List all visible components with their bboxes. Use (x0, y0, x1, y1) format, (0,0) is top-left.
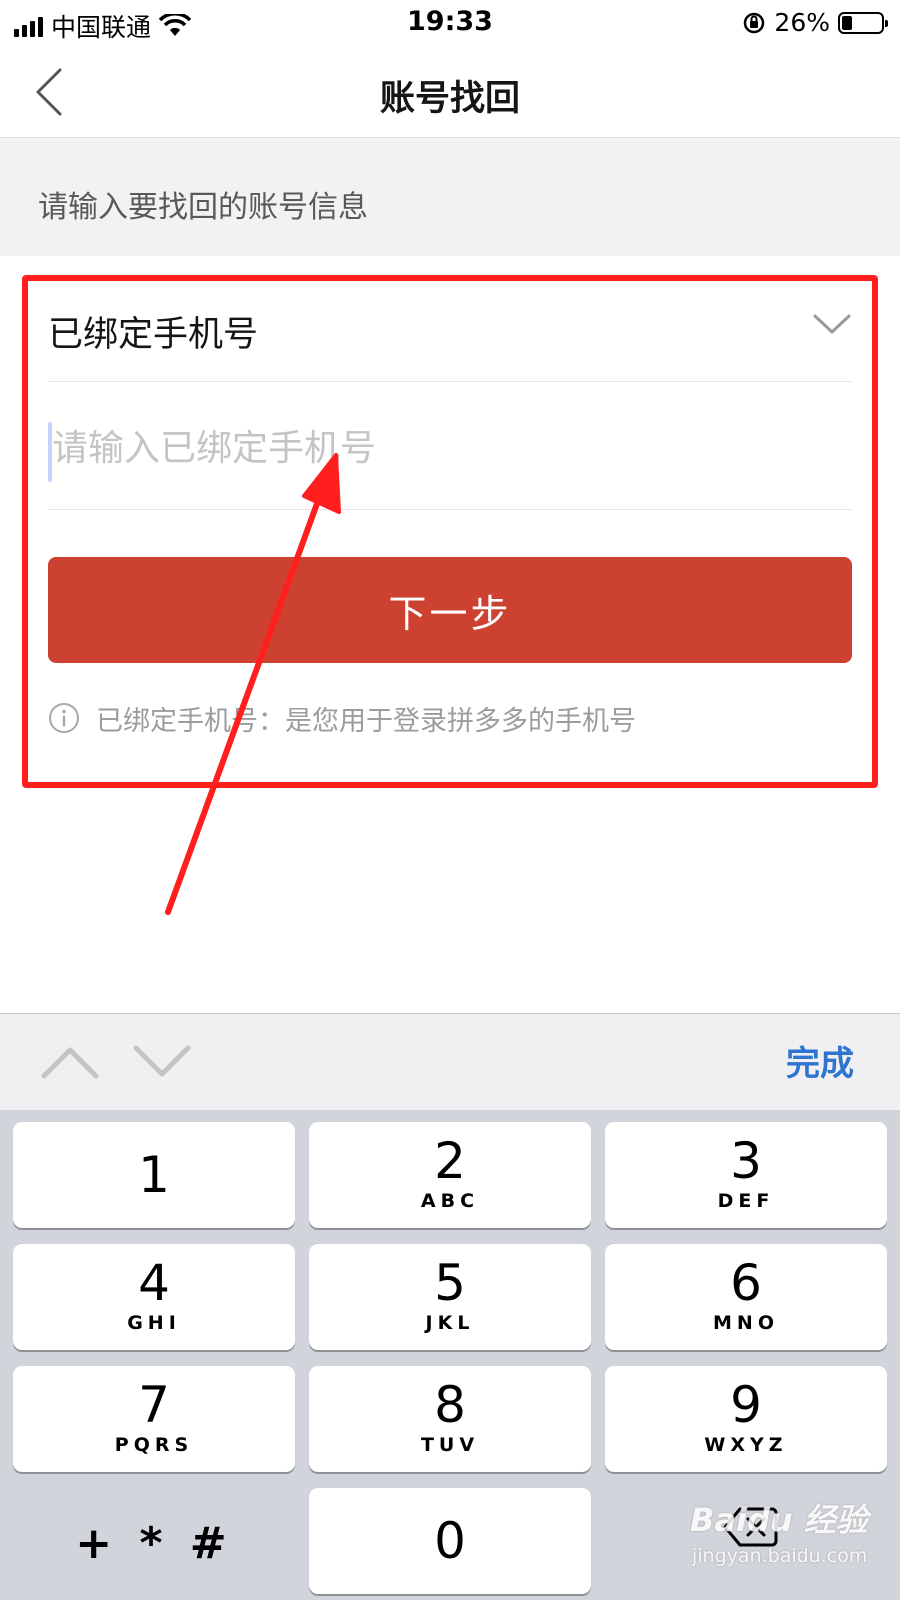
key-letters: ABC (420, 1190, 480, 1212)
key-0[interactable]: 0 (309, 1488, 591, 1594)
hint-strip: 请输入要找回的账号信息 (0, 138, 900, 256)
status-bar: 中国联通 19:33 26% (0, 0, 900, 46)
key-9[interactable]: 9 WXYZ (605, 1366, 887, 1472)
key-4[interactable]: 4 GHI (13, 1244, 295, 1350)
account-type-select[interactable]: 已绑定手机号 (48, 278, 852, 382)
info-icon (49, 703, 79, 733)
key-digit: 2 (434, 1132, 466, 1190)
key-6[interactable]: 6 MNO (605, 1244, 887, 1350)
recovery-form: 已绑定手机号 下一步 已绑定手机号：是您用于登录拼多多的手机号 (0, 256, 900, 1016)
key-7[interactable]: 7 PQRS (13, 1366, 295, 1472)
hint-text: 请输入要找回的账号信息 (38, 190, 368, 225)
key-8[interactable]: 8 TUV (309, 1366, 591, 1472)
key-5[interactable]: 5 JKL (309, 1244, 591, 1350)
battery-icon (838, 11, 888, 34)
account-recovery-screen: 中国联通 19:33 26% 账号找回 请输入要找回的账号信息 已绑定手机号 请… (0, 0, 900, 1600)
keyboard-done-button[interactable]: 完成 (786, 1036, 854, 1085)
baidu-watermark: Baidu 经验 jingyan.baidu.com (690, 1495, 890, 1595)
symbols-label: + * # (75, 1518, 233, 1569)
key-digit: 8 (434, 1376, 466, 1434)
key-letters: MNO (713, 1312, 779, 1334)
watermark-url: jingyan.baidu.com (692, 1545, 868, 1567)
page-title: 账号找回 (379, 79, 520, 119)
key-symbols[interactable]: + * # (13, 1488, 295, 1594)
key-digit: 6 (730, 1254, 762, 1312)
phone-input[interactable] (52, 416, 832, 480)
key-digit: 4 (138, 1254, 170, 1312)
key-2[interactable]: 2 ABC (309, 1122, 591, 1228)
key-3[interactable]: 3 DEF (605, 1122, 887, 1228)
next-step-button[interactable]: 下一步 (48, 557, 852, 663)
key-digit: 1 (138, 1146, 170, 1204)
tip-text: 已绑定手机号：是您用于登录拼多多的手机号 (96, 705, 636, 737)
nav-bar: 账号找回 (0, 46, 900, 138)
watermark-brand: Baidu 经验 (690, 1501, 868, 1539)
key-letters: GHI (127, 1312, 181, 1334)
keyboard-toolbar: 完成 (0, 1013, 900, 1110)
chevron-down-icon[interactable] (812, 312, 852, 336)
phone-field-row (48, 382, 852, 510)
account-type-label: 已绑定手机号 (48, 315, 259, 355)
key-letters: PQRS (114, 1434, 194, 1456)
key-digit: 0 (434, 1512, 466, 1570)
key-letters: TUV (420, 1434, 480, 1456)
key-digit: 9 (730, 1376, 762, 1434)
battery-fill (842, 15, 852, 30)
key-1[interactable]: 1 (13, 1122, 295, 1228)
chevron-up-icon[interactable] (40, 1036, 100, 1088)
chevron-down-icon[interactable] (132, 1036, 192, 1088)
status-right: 26% (742, 8, 888, 37)
key-digit: 7 (138, 1376, 170, 1434)
battery-percent: 26% (774, 8, 830, 37)
key-letters: WXYZ (704, 1434, 788, 1456)
key-letters: JKL (425, 1312, 475, 1334)
rotation-lock-icon (744, 12, 765, 33)
key-digit: 5 (434, 1254, 466, 1312)
key-letters: DEF (717, 1190, 775, 1212)
key-digit: 3 (730, 1132, 762, 1190)
tip-row: 已绑定手机号：是您用于登录拼多多的手机号 (48, 693, 636, 743)
